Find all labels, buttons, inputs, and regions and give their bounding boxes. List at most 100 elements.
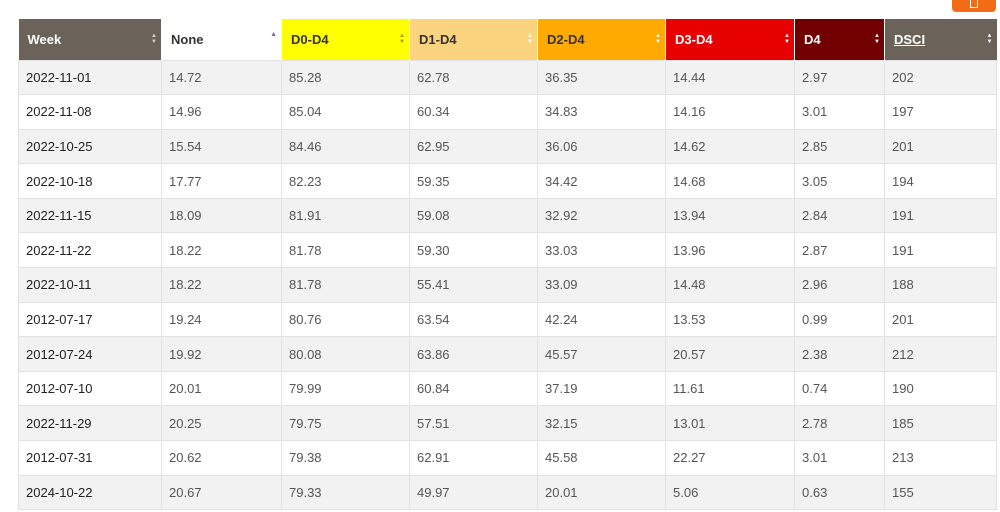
value-cell: 20.01 — [537, 474, 666, 511]
value-cell: 34.83 — [537, 94, 666, 130]
value-cell: 2.96 — [794, 267, 885, 303]
value-cell: 0.99 — [794, 301, 885, 338]
value-cell: 22.27 — [665, 440, 795, 476]
sort-icon: ▲ ▼ — [784, 33, 790, 45]
value-cell: 79.75 — [281, 405, 410, 442]
value-cell: 62.91 — [409, 440, 538, 476]
week-cell: 2012-07-17 — [18, 301, 162, 338]
value-cell: 42.24 — [537, 301, 666, 338]
value-cell: 3.05 — [794, 163, 885, 199]
column-header-d3-d4[interactable]: D3-D4 ▲ ▼ — [665, 19, 795, 60]
column-header-week[interactable]: Week ▲ ▼ — [18, 19, 162, 60]
value-cell: 194 — [884, 163, 997, 199]
value-cell: 3.01 — [794, 440, 885, 476]
value-cell: 34.42 — [537, 163, 666, 199]
value-cell: 45.58 — [537, 440, 666, 476]
value-cell: 20.67 — [161, 474, 282, 511]
value-cell: 82.23 — [281, 163, 410, 199]
value-cell: 60.34 — [409, 94, 538, 130]
value-cell: 13.96 — [665, 232, 795, 269]
week-cell: 2022-10-25 — [18, 128, 162, 165]
week-cell: 2012-07-24 — [18, 336, 162, 372]
column-header-d1-d4[interactable]: D1-D4 ▲ ▼ — [409, 19, 538, 60]
week-cell: 2022-10-11 — [18, 267, 162, 303]
value-cell: 11.61 — [665, 370, 795, 407]
table-row: 2012-07-10 20.01 79.99 60.84 37.19 11.61 0.74 1… — [18, 370, 997, 407]
value-cell: 32.92 — [537, 197, 666, 234]
value-cell: 19.92 — [161, 336, 282, 372]
column-header-d2-d4[interactable]: D2-D4 ▲ ▼ — [537, 19, 666, 60]
value-cell: 81.78 — [281, 267, 410, 303]
column-header-label: D2-D4 — [547, 31, 585, 47]
value-cell: 191 — [884, 197, 997, 234]
value-cell: 14.44 — [665, 59, 795, 96]
value-cell: 191 — [884, 232, 997, 269]
value-cell: 15.54 — [161, 128, 282, 165]
export-button[interactable] — [952, 0, 996, 12]
value-cell: 212 — [884, 336, 997, 372]
value-cell: 14.62 — [665, 128, 795, 165]
table-body: 2022-11-01 14.72 85.28 62.78 36.35 14.44 2.97 2… — [18, 59, 997, 511]
value-cell: 14.68 — [665, 163, 795, 199]
sort-ascending-icon: ▲ — [270, 31, 277, 38]
value-cell: 190 — [884, 370, 997, 407]
value-cell: 0.63 — [794, 474, 885, 511]
value-cell: 213 — [884, 440, 997, 476]
table-row: 2022-11-08 14.96 85.04 60.34 34.83 14.16 3.01 1… — [18, 94, 997, 130]
column-header-label: None — [171, 31, 204, 47]
value-cell: 37.19 — [537, 370, 666, 407]
week-cell: 2022-11-01 — [18, 59, 162, 96]
value-cell: 57.51 — [409, 405, 538, 442]
week-cell: 2022-11-15 — [18, 197, 162, 234]
column-header-label: Week — [27, 31, 62, 47]
value-cell: 201 — [884, 128, 997, 165]
table-row: 2022-11-22 18.22 81.78 59.30 33.03 13.96 2.87 1… — [18, 232, 997, 269]
value-cell: 2.38 — [794, 336, 885, 372]
sort-icon: ▲ ▼ — [151, 33, 157, 45]
value-cell: 18.22 — [161, 232, 282, 269]
value-cell: 17.77 — [161, 163, 282, 199]
value-cell: 36.06 — [537, 128, 666, 165]
column-header-dsci[interactable]: DSCI ▲ ▼ — [884, 19, 997, 60]
value-cell: 20.01 — [161, 370, 282, 407]
value-cell: 80.76 — [281, 301, 410, 338]
value-cell: 20.25 — [161, 405, 282, 442]
value-cell: 33.03 — [537, 232, 666, 269]
value-cell: 14.48 — [665, 267, 795, 303]
value-cell: 84.46 — [281, 128, 410, 165]
value-cell: 85.28 — [281, 59, 410, 96]
value-cell: 81.91 — [281, 197, 410, 234]
value-cell: 197 — [884, 94, 997, 130]
value-cell: 18.09 — [161, 197, 282, 234]
sort-icon: ▲ ▼ — [399, 33, 405, 45]
table-row: 2012-07-31 20.62 79.38 62.91 45.58 22.27 3.01 2… — [18, 440, 997, 476]
value-cell: 55.41 — [409, 267, 538, 303]
column-header-label: D4 — [804, 31, 821, 47]
value-cell: 18.22 — [161, 267, 282, 303]
value-cell: 59.35 — [409, 163, 538, 199]
value-cell: 85.04 — [281, 94, 410, 130]
week-cell: 2012-07-31 — [18, 440, 162, 476]
week-cell: 2022-11-08 — [18, 94, 162, 130]
sort-icon: ▲ ▼ — [986, 33, 993, 45]
week-cell: 2012-07-10 — [18, 370, 162, 407]
value-cell: 59.30 — [409, 232, 538, 269]
value-cell: 63.86 — [409, 336, 538, 372]
value-cell: 59.08 — [409, 197, 538, 234]
value-cell: 5.06 — [665, 474, 795, 511]
column-header-none[interactable]: None ▲ — [161, 19, 282, 60]
column-header-label: DSCI — [894, 31, 926, 47]
column-header-d0-d4[interactable]: D0-D4 ▲ ▼ — [281, 19, 410, 60]
value-cell: 13.01 — [665, 405, 795, 442]
column-header-label: D1-D4 — [419, 31, 457, 47]
column-header-d4[interactable]: D4 ▲ ▼ — [794, 19, 885, 60]
week-cell: 2022-11-22 — [18, 232, 162, 269]
value-cell: 60.84 — [409, 370, 538, 407]
value-cell: 62.78 — [409, 59, 538, 96]
value-cell: 14.16 — [665, 94, 795, 130]
value-cell: 79.99 — [281, 370, 410, 407]
table-row: 2024-10-22 20.67 79.33 49.97 20.01 5.06 0.63 15… — [18, 474, 997, 511]
table-row: 2022-11-01 14.72 85.28 62.78 36.35 14.44 2.97 2… — [18, 59, 997, 96]
sort-icon: ▲ ▼ — [874, 33, 880, 45]
value-cell: 2.85 — [794, 128, 885, 165]
